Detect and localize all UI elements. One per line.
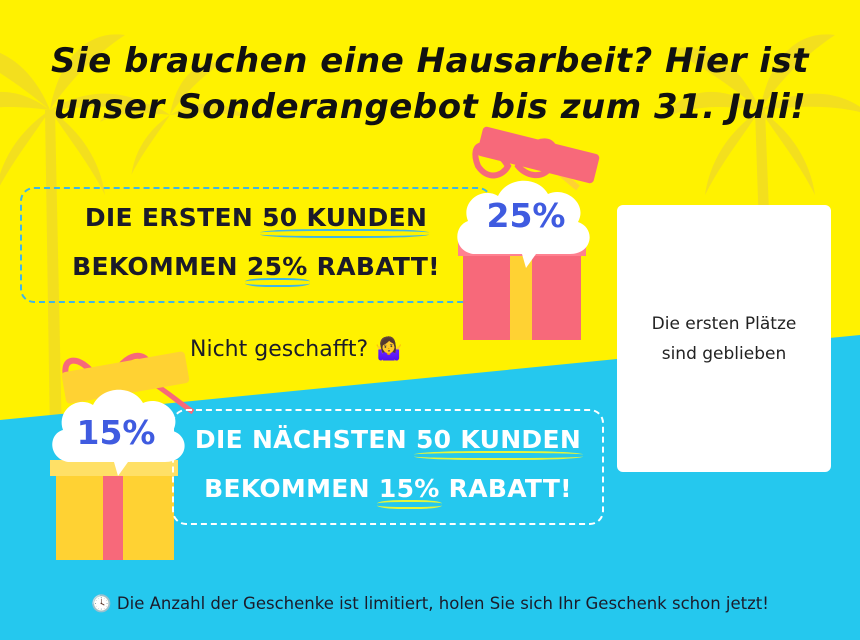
offer1-customers-highlight: 50 KUNDEN [260,203,430,238]
offer2-percent-highlight: 15% [376,474,442,509]
not-made-it-text: Nicht geschafft? 🤷‍♀️ [190,337,403,362]
offer1-line2-prefix: BEKOMMEN [72,252,247,281]
offer1-line-2: BEKOMMEN 25% RABATT! [22,252,490,287]
headline-line-2: unser Sonderangebot bis zum 31. Juli! [53,87,807,127]
offer1-percent-highlight: 25% [244,252,310,287]
offer-box-next-50: DIE NÄCHSTEN 50 KUNDEN BEKOMMEN 15% RABA… [172,409,604,525]
status-card-line-1: Die ersten Plätze [651,313,797,334]
offer1-line2-suffix: RABATT! [307,252,440,281]
headline-line-1: Sie brauchen eine Hausarbeit? Hier ist [51,41,809,81]
offer2-badge: 15% [76,413,156,452]
offer2-customers-highlight: 50 KUNDEN [413,425,584,460]
gift-box-pink-icon [457,126,600,340]
offer-box-first-50: DIE ERSTEN 50 KUNDEN BEKOMMEN 25% RABATT… [20,187,492,303]
offer2-line-2: BEKOMMEN 15% RABATT! [174,474,602,509]
offer1-line1-prefix: DIE ERSTEN [84,203,263,232]
clock-icon: 🕓 [91,594,112,613]
status-card: Die ersten Plätze sind geblieben [617,205,831,472]
headline: Sie brauchen eine Hausarbeit? Hier ist u… [0,38,860,130]
offer2-line2-suffix: RABATT! [439,474,572,503]
offer2-line-1: DIE NÄCHSTEN 50 KUNDEN [174,425,602,460]
offer2-line1-prefix: DIE NÄCHSTEN [194,425,416,454]
offer1-badge: 25% [486,196,566,235]
footer-text: Die Anzahl der Geschenke ist limitiert, … [111,594,769,613]
offer1-line-1: DIE ERSTEN 50 KUNDEN [22,203,490,238]
offer2-line2-prefix: BEKOMMEN [204,474,379,503]
footer-note: 🕓 Die Anzahl der Geschenke ist limitiert… [0,594,860,614]
status-card-line-2: sind geblieben [661,343,787,364]
